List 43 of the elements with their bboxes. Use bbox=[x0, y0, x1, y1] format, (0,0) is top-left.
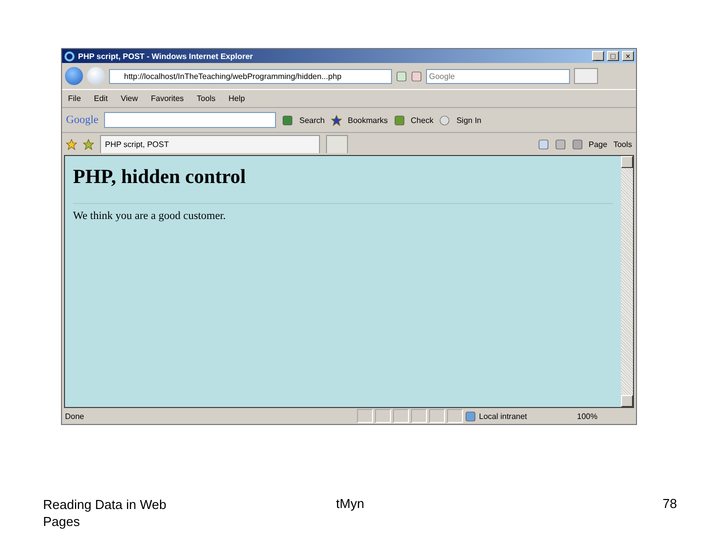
browser-logo-icon bbox=[64, 50, 75, 62]
menu-item[interactable]: Edit bbox=[94, 94, 108, 103]
status-pane bbox=[429, 409, 445, 423]
add-favorite-icon[interactable] bbox=[83, 138, 94, 150]
status-pane bbox=[375, 409, 391, 423]
status-pane bbox=[357, 409, 373, 423]
command-button[interactable]: Tools bbox=[613, 140, 632, 148]
toolbar-button[interactable]: Bookmarks bbox=[348, 116, 388, 124]
toolbar-logo: Google bbox=[66, 114, 98, 126]
browser-tab[interactable]: PHP script, POST bbox=[100, 135, 320, 153]
toolbar-button[interactable]: Sign In bbox=[456, 116, 482, 124]
command-button[interactable]: Page bbox=[588, 140, 608, 148]
toolbar-search-field[interactable] bbox=[104, 112, 276, 128]
status-text: Done bbox=[65, 412, 86, 420]
search-button[interactable] bbox=[574, 68, 598, 84]
footer-author: tMyn bbox=[336, 496, 364, 511]
close-button[interactable]: × bbox=[622, 51, 634, 61]
menu-item[interactable]: Tools bbox=[196, 94, 216, 103]
toolbar-button[interactable]: Search bbox=[299, 116, 325, 124]
status-pane bbox=[393, 409, 409, 423]
menu-item[interactable]: View bbox=[120, 94, 138, 103]
back-button[interactable] bbox=[65, 67, 83, 85]
menu-item[interactable]: Help bbox=[228, 94, 245, 103]
page-text: We think you are a good customer. bbox=[73, 210, 227, 222]
search-field[interactable]: Google bbox=[426, 68, 570, 84]
new-tab-button[interactable] bbox=[326, 135, 348, 153]
status-pane bbox=[411, 409, 427, 423]
maximize-button[interactable]: □ bbox=[607, 51, 619, 61]
zoom-button[interactable]: 100% bbox=[577, 412, 633, 420]
menu-item[interactable]: Favorites bbox=[150, 94, 184, 103]
star-icon[interactable] bbox=[330, 114, 342, 126]
footer-title: Reading Data in Web Pages bbox=[43, 496, 168, 530]
scrollbar[interactable] bbox=[621, 156, 633, 407]
status-pane bbox=[447, 409, 463, 423]
address-field[interactable]: http://localhost/InTheTeaching/webProgramming/hidden...php bbox=[109, 68, 392, 84]
page-number: 78 bbox=[662, 496, 677, 511]
window-title: PHP script, POST - Windows Internet Explorer bbox=[78, 52, 254, 60]
circle-icon[interactable] bbox=[439, 114, 450, 126]
menu-item[interactable]: File bbox=[68, 94, 81, 103]
page-heading: PHP, hidden control bbox=[73, 166, 247, 189]
favorites-star-icon[interactable] bbox=[66, 138, 77, 150]
toolbar-button[interactable]: Check bbox=[410, 116, 434, 124]
zone-text: Local intranet bbox=[479, 412, 528, 420]
